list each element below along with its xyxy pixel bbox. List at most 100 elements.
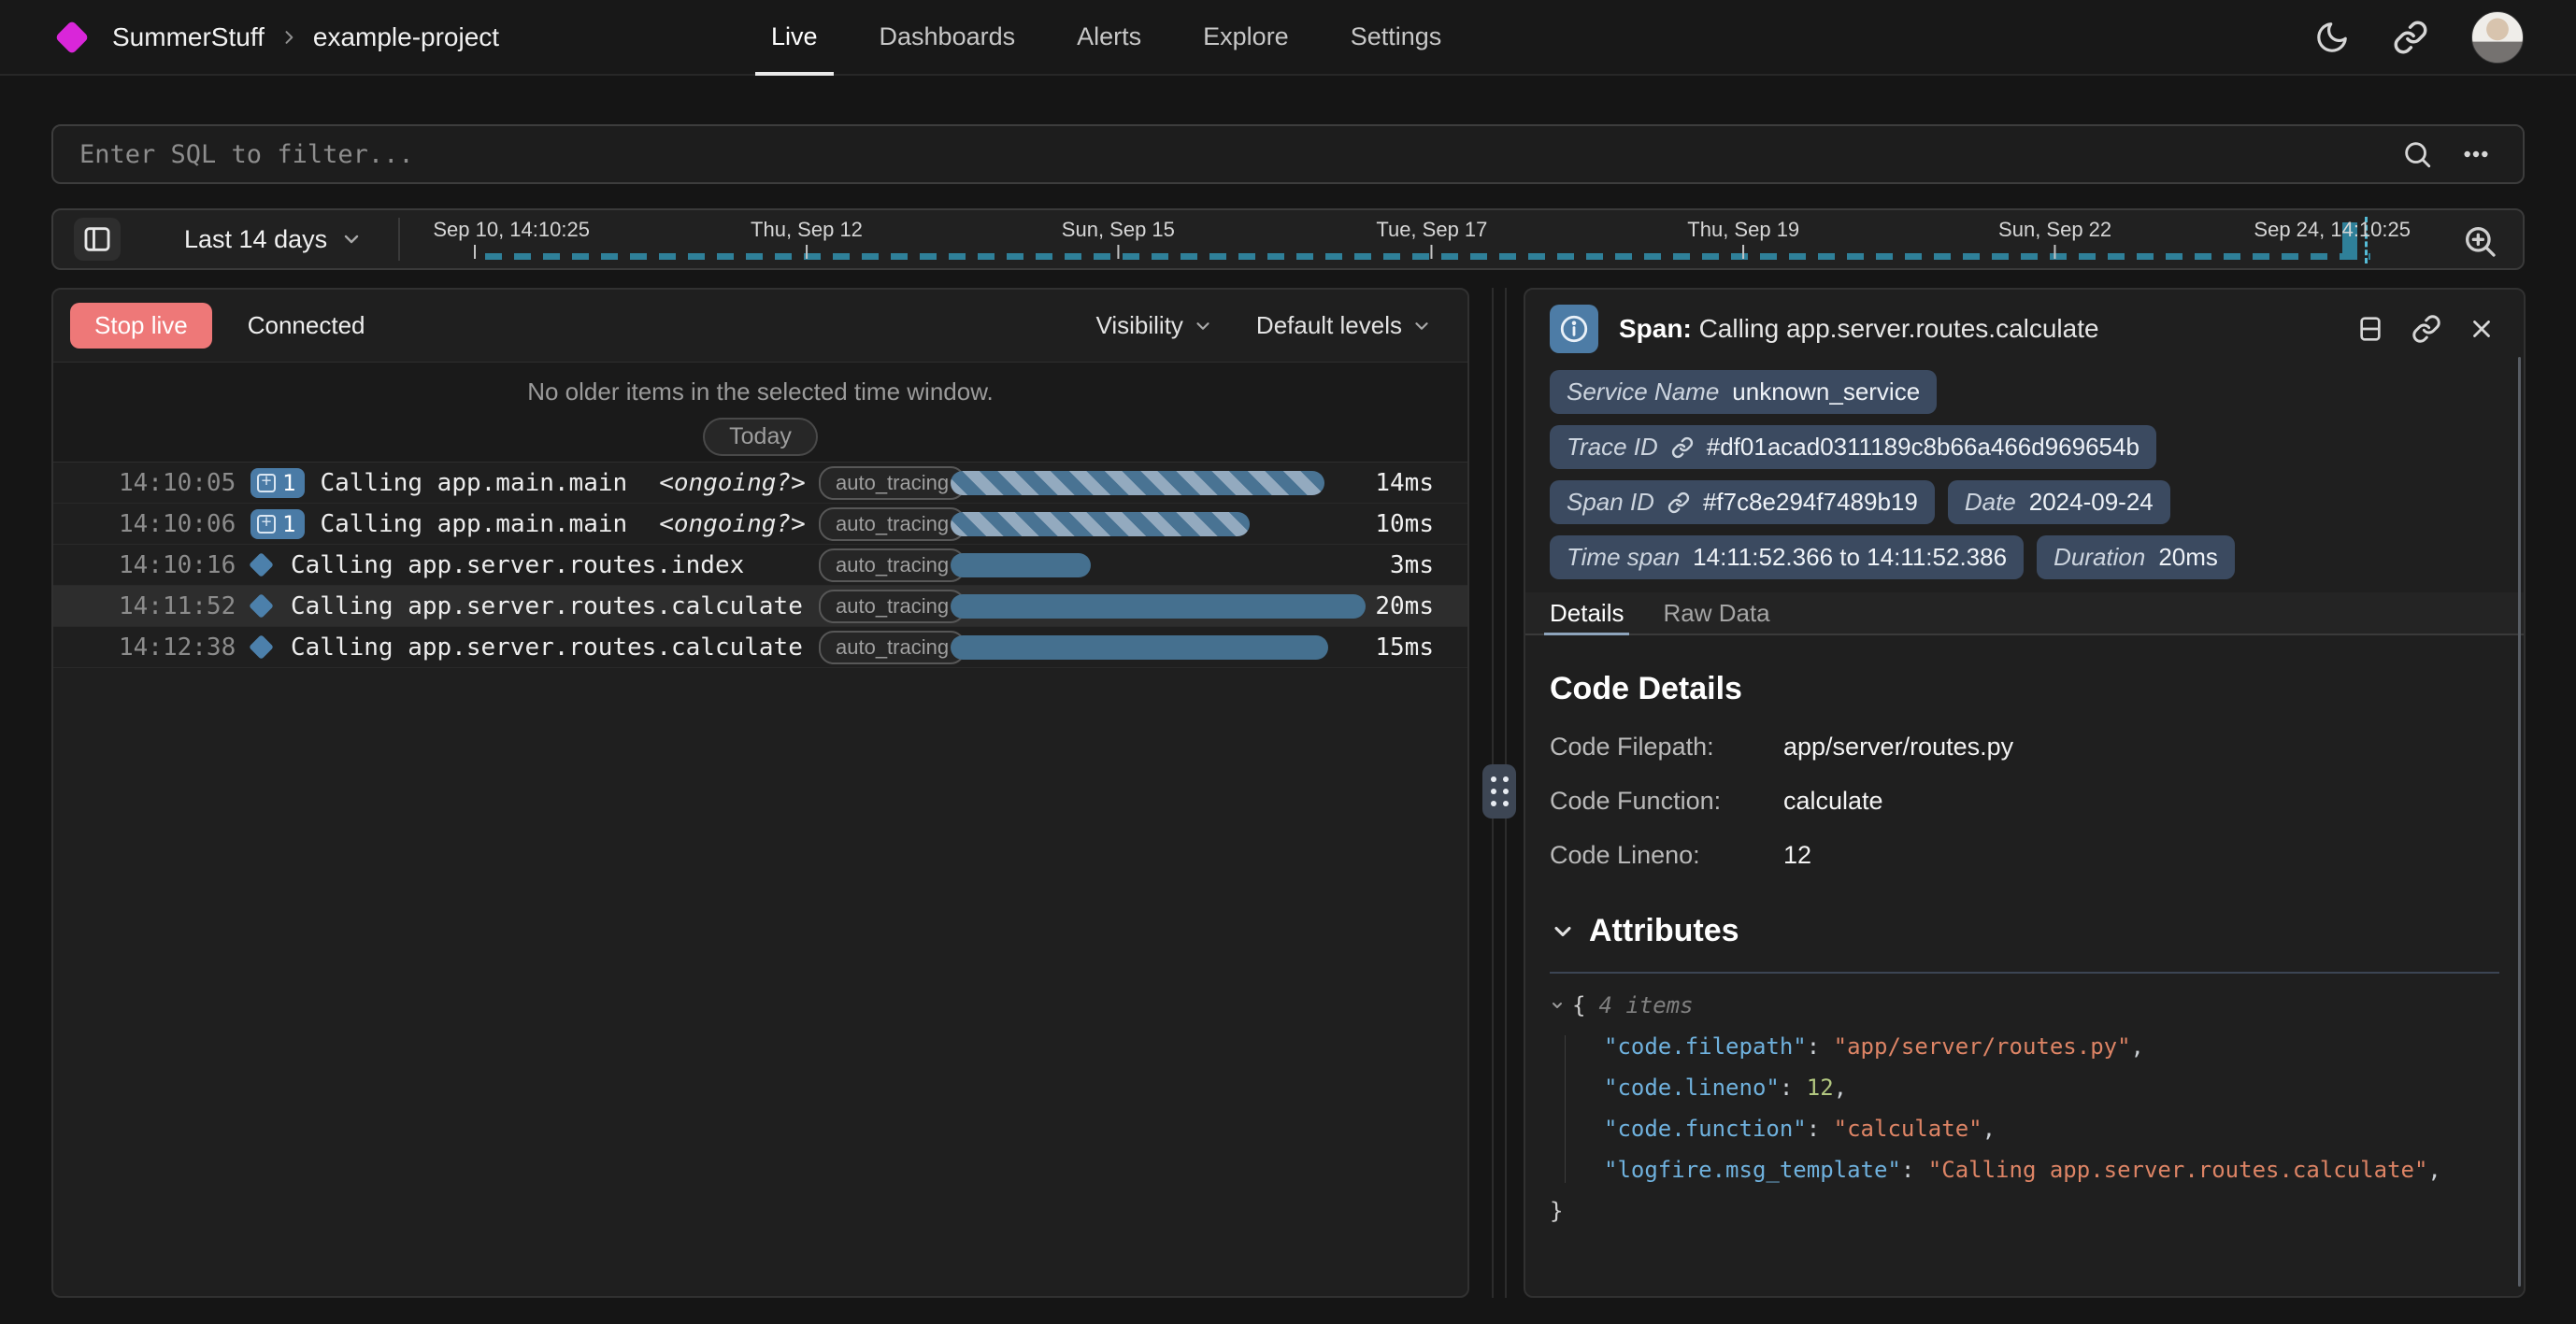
span-row[interactable]: 14:10:16 Calling app.server.routes.index… — [53, 545, 1467, 586]
code-details-heading: Code Details — [1550, 671, 2499, 707]
json-attribute-line: "code.lineno": 12, — [1550, 1075, 2499, 1101]
span-meta-badge[interactable]: Span ID #f7c8e294f7489b19 — [1550, 480, 1935, 524]
code-detail-value: app/server/routes.py — [1783, 733, 2013, 762]
json-value: "calculate" — [1834, 1116, 1982, 1142]
span-message: Calling app.server.routes.calculate — [291, 592, 803, 620]
user-avatar[interactable] — [2471, 11, 2524, 64]
span-detail-header: Span: Calling app.server.routes.calculat… — [1525, 290, 2524, 359]
attributes-json-viewer: { 4 items "code.filepath": "app/server/r… — [1550, 992, 2499, 1224]
navbar-right — [2314, 0, 2524, 74]
badge-label: Trace ID — [1567, 433, 1658, 462]
code-details-section: Code Details Code Filepath: app/server/r… — [1525, 635, 2524, 870]
default-levels-dropdown[interactable]: Default levels — [1256, 311, 1432, 340]
span-duration-bar[interactable] — [951, 635, 1328, 660]
span-meta-badge[interactable]: Service Name unknown_service — [1550, 370, 1937, 414]
span-meta-badge[interactable]: Date 2024-09-24 — [1948, 480, 2170, 524]
nav-tabs: LiveDashboardsAlertsExploreSettings — [740, 0, 1472, 74]
timeline-tick-label: Sun, Sep 22 — [1998, 218, 2111, 242]
json-value: "Calling app.server.routes.calculate" — [1928, 1157, 2428, 1183]
badge-value: #f7c8e294f7489b19 — [1703, 488, 1918, 517]
span-duration-bar[interactable] — [951, 553, 1091, 577]
span-duration: 20ms — [1375, 592, 1434, 620]
json-collapse-icon[interactable] — [1550, 998, 1565, 1013]
span-tag[interactable]: auto_tracing — [819, 631, 966, 664]
span-tag[interactable]: auto_tracing — [819, 548, 966, 582]
span-tag[interactable]: auto_tracing — [819, 466, 966, 500]
detail-scrollbar[interactable] — [2518, 357, 2521, 1287]
span-diamond-icon — [249, 593, 274, 619]
split-view-icon[interactable] — [2355, 314, 2385, 344]
detail-tabs: Details Raw Data — [1525, 592, 2524, 635]
empty-message: No older items in the selected time wind… — [53, 363, 1467, 406]
span-detail-panel: Span: Calling app.server.routes.calculat… — [1524, 288, 2526, 1298]
span-row[interactable]: 14:10:06 1 Calling app.main.main <ongoin… — [53, 504, 1467, 545]
json-key: "code.function" — [1604, 1116, 1807, 1142]
json-colon: : — [1901, 1157, 1928, 1183]
span-duration-bar[interactable] — [951, 471, 1324, 495]
time-range-select[interactable]: Last 14 days — [184, 210, 363, 268]
logo-diamond-icon[interactable] — [55, 20, 90, 54]
today-button[interactable]: Today — [703, 418, 818, 456]
empty-zone: No older items in the selected time wind… — [53, 363, 1467, 463]
search-icon[interactable] — [2401, 138, 2433, 170]
code-detail-value: calculate — [1783, 787, 1883, 816]
panel-resize-grip[interactable] — [1482, 764, 1516, 819]
span-meta-badge[interactable]: Trace ID #df01acad0311189c8b66a466d96965… — [1550, 425, 2156, 469]
timeline-area[interactable]: Sep 10, 14:10:25 Thu, Sep 12 Sun, Sep 15… — [413, 210, 2411, 268]
close-icon[interactable] — [2468, 315, 2496, 343]
chevron-down-icon — [1550, 918, 1576, 945]
detail-tab-details[interactable]: Details — [1550, 592, 1624, 634]
sql-filter-input[interactable] — [53, 126, 2401, 182]
span-row[interactable]: 14:10:05 1 Calling app.main.main <ongoin… — [53, 463, 1467, 504]
nav-tab-dashboards[interactable]: Dashboards — [849, 0, 1047, 74]
child-count-badge[interactable]: 1 — [250, 509, 305, 539]
span-duration-bar[interactable] — [951, 512, 1250, 536]
code-details-rows: Code Filepath: app/server/routes.py Code… — [1550, 733, 2499, 870]
child-count-badge[interactable]: 1 — [250, 468, 305, 498]
link-icon[interactable] — [1667, 491, 1690, 514]
span-row[interactable]: 14:11:52 Calling app.server.routes.calcu… — [53, 586, 1467, 627]
badge-value: 14:11:52.366 to 14:11:52.386 — [1693, 543, 2007, 572]
share-link-icon[interactable] — [2393, 20, 2428, 55]
timeline-zoom-in-icon[interactable] — [2461, 222, 2498, 260]
link-icon[interactable] — [1671, 436, 1694, 459]
span-list: 14:10:05 1 Calling app.main.main <ongoin… — [53, 463, 1467, 668]
project-name[interactable]: example-project — [313, 22, 499, 52]
nav-tab-explore[interactable]: Explore — [1172, 0, 1320, 74]
detail-tab-raw-data[interactable]: Raw Data — [1663, 592, 1769, 634]
json-comma: , — [1982, 1116, 1996, 1142]
timeline-tick: Sun, Sep 15 — [1062, 218, 1175, 259]
span-row[interactable]: 14:12:38 Calling app.server.routes.calcu… — [53, 627, 1467, 668]
span-info-icon — [1550, 305, 1598, 353]
copy-link-icon[interactable] — [2411, 314, 2441, 344]
nav-tab-settings[interactable]: Settings — [1320, 0, 1473, 74]
code-detail-row: Code Function: calculate — [1550, 787, 2499, 816]
org-name[interactable]: SummerStuff — [112, 22, 265, 52]
attributes-heading[interactable]: Attributes — [1550, 913, 2499, 949]
timeline-tick: Sep 10, 14:10:25 — [433, 218, 590, 259]
timeline-tick: Thu, Sep 19 — [1687, 218, 1799, 259]
span-duration-bar[interactable] — [951, 594, 1366, 619]
json-comma: , — [1834, 1075, 1847, 1101]
span-message: Calling app.main.main — [320, 469, 627, 497]
span-timestamp: 14:10:16 — [119, 551, 250, 579]
nav-tab-live[interactable]: Live — [740, 0, 849, 74]
timeline-tick-label: Tue, Sep 17 — [1376, 218, 1487, 242]
span-tag[interactable]: auto_tracing — [819, 507, 966, 541]
dark-mode-moon-icon[interactable] — [2314, 20, 2350, 55]
badge-label: Service Name — [1567, 377, 1719, 406]
sidebar-toggle-button[interactable] — [74, 218, 121, 261]
span-tag[interactable]: auto_tracing — [819, 590, 966, 623]
span-title-text: Calling app.server.routes.calculate — [1699, 314, 2099, 343]
stop-live-button[interactable]: Stop live — [70, 303, 212, 349]
nav-tab-alerts[interactable]: Alerts — [1046, 0, 1172, 74]
span-meta-badge[interactable]: Time span 14:11:52.366 to 14:11:52.386 — [1550, 535, 2024, 579]
badge-row: Span ID #f7c8e294f7489b19 Date 2024-09-2… — [1550, 480, 2499, 524]
more-options-icon[interactable] — [2461, 139, 2491, 169]
json-open-brace: { — [1572, 992, 1585, 1018]
time-range-label: Last 14 days — [184, 225, 327, 254]
chevron-down-icon — [1411, 316, 1432, 336]
visibility-dropdown[interactable]: Visibility — [1095, 311, 1212, 340]
live-panel: Stop live Connected Visibility Default l… — [51, 288, 1469, 1298]
span-meta-badge[interactable]: Duration 20ms — [2037, 535, 2235, 579]
